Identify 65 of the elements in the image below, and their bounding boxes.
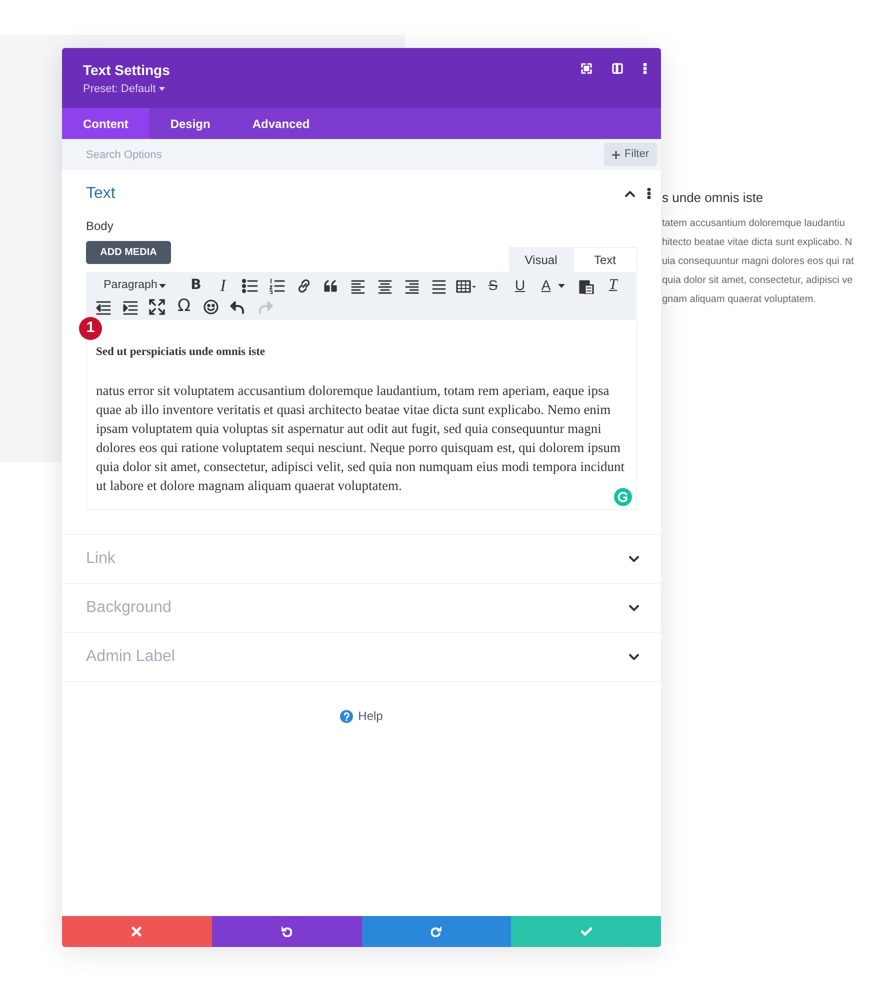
fullscreen-icon <box>149 298 165 314</box>
plus-icon <box>612 150 620 158</box>
page-text-line: hitecto beatae vitae dicta sunt explicabo. N <box>662 236 854 250</box>
help-icon <box>340 710 354 722</box>
chevron-down-icon <box>629 556 639 562</box>
toolbar-button[interactable]: S <box>482 275 504 296</box>
align-left-icon <box>350 278 366 294</box>
search-field[interactable]: Search Options <box>62 139 604 170</box>
chevron-up-icon <box>625 190 635 196</box>
section-header[interactable]: Text <box>62 170 661 217</box>
preset-dropdown[interactable]: Preset: Default <box>83 81 170 98</box>
page-text-line: uia consequuntur magni dolores eos qui rat <box>662 254 854 268</box>
settings-tab[interactable]: Design <box>149 108 232 139</box>
close-icon <box>131 926 142 937</box>
clipboard-icon <box>578 278 594 294</box>
outdent-icon <box>95 298 111 314</box>
link-icon <box>296 278 312 294</box>
align-center-icon <box>377 278 393 294</box>
undo-arrow-icon <box>230 298 246 314</box>
more-options-icon[interactable] <box>647 188 651 199</box>
chevron-down-icon <box>629 605 639 611</box>
split-view-icon[interactable] <box>612 63 623 74</box>
format-dropdown[interactable]: Paragraph <box>92 275 180 296</box>
content-paragraph: natus error sit voluptatem accusantium doloremque laudantium, totam rem aperiam, eaque ipsa quae ab illo inventore veritatis et quasi architecto beatae vitae dicta sunt explicabo. Nemo enim ipsam voluptatem quia voluptas sit aspernatur aut odit aut fugit, sed quia consequuntur magni dolores eos qui ratione voluptatem sequi nesciunt. Neque porro quisquam est, qui dolorem ipsum quia dolor sit amet, consectetur, adipisci velit, sed quia non numquam eius modi tempora incidunt ut labore et dolore magnam aliquam quaerat voluptatem. <box>96 382 626 496</box>
help-link[interactable]: Help <box>340 707 383 725</box>
smiley-icon <box>203 298 219 314</box>
screenshot-icon[interactable] <box>581 63 592 74</box>
indent-icon <box>122 298 138 314</box>
toolbar-button[interactable]: I <box>212 275 234 296</box>
grammar-check-icon <box>614 488 632 506</box>
redo-icon <box>430 926 442 937</box>
page-text-line: quia dolor sit amet, consectetur, adipisci ve <box>662 274 854 288</box>
field-label: Body <box>86 218 114 235</box>
toolbar-button[interactable] <box>146 296 168 317</box>
table-icon <box>456 278 476 294</box>
toolbar-button[interactable]: U <box>509 275 531 296</box>
number-badge: 1 <box>79 317 102 340</box>
align-right-icon <box>404 278 420 294</box>
justify-icon <box>431 278 447 294</box>
caret-icon <box>558 284 565 288</box>
content-heading: Sed ut perspiciatis unde omnis iste <box>96 345 266 360</box>
page-text-line: tatem accusantium doloremque laudantiu <box>662 216 846 230</box>
settings-tab[interactable]: Advanced <box>231 108 331 139</box>
quote-icon <box>323 278 339 294</box>
toolbar-button[interactable]: A <box>536 275 570 296</box>
toolbar-button[interactable]: T <box>602 275 624 296</box>
redo-arrow-icon <box>257 298 273 314</box>
numbered-list-icon <box>269 278 285 294</box>
settings-tab[interactable]: Content <box>62 108 150 139</box>
page-text-line: gnam aliquam quaerat voluptatem. <box>662 292 817 306</box>
editor-tab[interactable]: Visual <box>509 247 573 272</box>
toolbar-button[interactable]: B <box>185 275 207 296</box>
editor-tab[interactable]: Text <box>573 247 637 272</box>
filter-button[interactable]: Filter <box>604 143 657 166</box>
toolbar-button[interactable]: Ω <box>173 296 195 317</box>
modal-title: Text Settings <box>83 61 170 79</box>
caret-icon <box>159 284 166 288</box>
chevron-down-icon <box>629 654 639 660</box>
page-heading: s unde omnis iste <box>662 189 764 207</box>
undo-icon <box>281 926 292 937</box>
add-media-button[interactable]: ADD MEDIA <box>86 241 171 264</box>
check-icon <box>580 926 592 937</box>
list-icon <box>242 278 258 294</box>
caret-icon <box>158 87 165 92</box>
more-options-icon[interactable] <box>643 63 647 74</box>
